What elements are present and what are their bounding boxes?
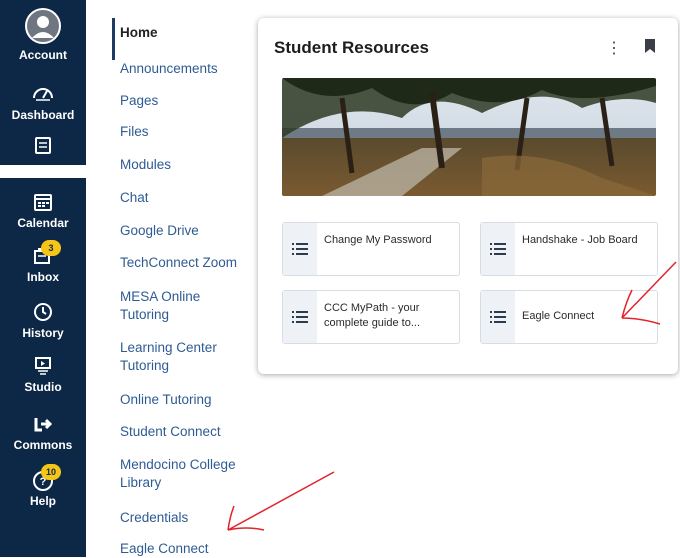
course-nav-home[interactable]: Home xyxy=(120,24,260,42)
global-nav-label: Inbox xyxy=(27,270,59,284)
course-nav-modules[interactable]: Modules xyxy=(120,156,260,174)
global-nav-inbox[interactable]: 3 Inbox xyxy=(0,240,86,284)
courses-book-icon xyxy=(29,136,57,160)
course-nav-announcements[interactable]: Announcements xyxy=(120,60,260,78)
global-nav-dashboard[interactable]: Dashboard xyxy=(0,84,86,122)
global-nav-label: Studio xyxy=(24,380,62,394)
global-nav-label: History xyxy=(22,326,64,340)
card-title: Student Resources xyxy=(274,38,429,57)
account-avatar-icon xyxy=(23,8,63,48)
global-nav-commons[interactable]: Commons xyxy=(0,414,86,452)
card-banner-image xyxy=(282,78,656,196)
global-nav-label: Help xyxy=(29,494,56,508)
list-icon xyxy=(481,291,515,343)
kebab-menu-icon[interactable]: ⋮ xyxy=(606,38,622,58)
global-nav: Account Dashboard Calendar 3 Inbox Histo… xyxy=(0,0,86,557)
tile-label: Handshake - Job Board xyxy=(522,234,638,246)
inbox-unread-badge: 3 xyxy=(41,240,61,256)
course-nav-student-connect[interactable]: Student Connect xyxy=(120,423,260,441)
studio-icon xyxy=(29,356,57,380)
tile-eagle-connect[interactable]: Eagle Connect xyxy=(480,290,658,344)
global-nav-studio[interactable]: Studio xyxy=(0,356,86,394)
global-nav-account[interactable]: Account xyxy=(0,8,86,62)
course-nav-pages[interactable]: Pages xyxy=(120,92,260,110)
course-nav-chat[interactable]: Chat xyxy=(120,189,260,207)
course-nav-techconnect-zoom[interactable]: TechConnect Zoom xyxy=(120,254,258,272)
course-nav-credentials[interactable]: Credentials xyxy=(120,509,260,527)
global-nav-courses[interactable] xyxy=(0,136,86,160)
inbox-icon: 3 xyxy=(29,240,61,270)
course-nav-library[interactable]: Mendocino College Library xyxy=(120,456,260,492)
tile-handshake-job-board[interactable]: Handshake - Job Board xyxy=(480,222,658,276)
list-icon xyxy=(481,223,515,275)
global-nav-label: Commons xyxy=(13,438,73,452)
global-nav-label: Dashboard xyxy=(11,108,75,122)
student-resources-card: Student Resources ⋮ Change My Password H… xyxy=(258,18,678,374)
calendar-icon xyxy=(29,192,57,216)
tile-ccc-mypath[interactable]: CCC MyPath - your complete guide to... xyxy=(282,290,460,344)
help-icon: ? 10 xyxy=(29,464,61,494)
global-nav-label: Calendar xyxy=(17,216,69,230)
course-nav-mesa-online-tutoring[interactable]: MESA Online Tutoring xyxy=(120,288,232,324)
course-nav-files[interactable]: Files xyxy=(120,123,260,141)
course-nav-learning-center-tutoring[interactable]: Learning Center Tutoring xyxy=(120,339,240,375)
course-nav-eagle-connect[interactable]: Eagle Connect xyxy=(120,540,260,558)
history-clock-icon xyxy=(29,302,57,326)
commons-share-icon xyxy=(29,414,57,438)
list-icon xyxy=(283,223,317,275)
tile-change-my-password[interactable]: Change My Password xyxy=(282,222,460,276)
bookmark-icon[interactable] xyxy=(644,38,656,59)
global-nav-history[interactable]: History xyxy=(0,302,86,340)
global-nav-calendar[interactable]: Calendar xyxy=(0,192,86,230)
course-nav-online-tutoring[interactable]: Online Tutoring xyxy=(120,391,260,409)
tile-label: CCC MyPath - your complete guide to... xyxy=(324,302,421,329)
list-icon xyxy=(283,291,317,343)
global-nav-label: Account xyxy=(19,48,67,62)
course-nav-google-drive[interactable]: Google Drive xyxy=(120,222,260,240)
tile-label: Change My Password xyxy=(324,234,432,246)
tile-label: Eagle Connect xyxy=(522,310,595,322)
global-nav-help[interactable]: ? 10 Help xyxy=(0,464,86,508)
dashboard-gauge-icon xyxy=(29,84,57,108)
active-indicator xyxy=(112,18,115,60)
help-notification-badge: 10 xyxy=(41,464,61,480)
